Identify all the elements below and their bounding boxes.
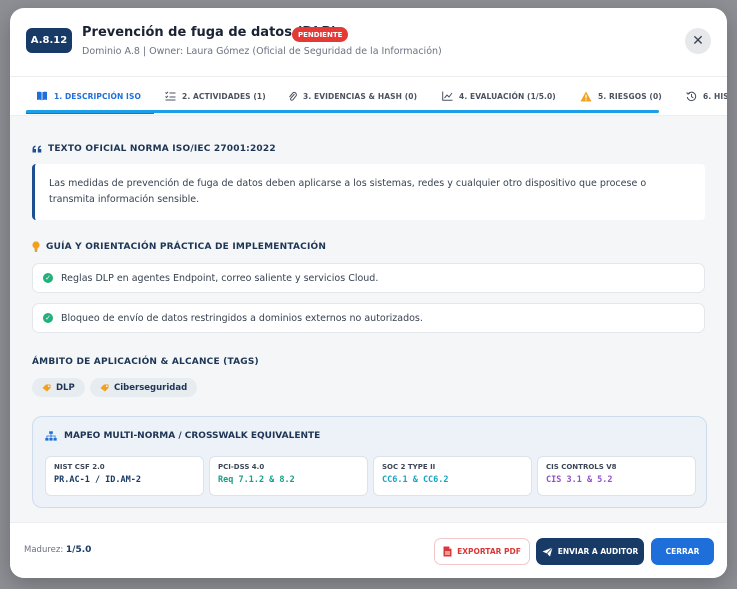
- tag-label: DLP: [56, 382, 75, 393]
- warning-icon: [580, 91, 592, 102]
- guide-item-text: Bloqueo de envío de datos restringidos a…: [61, 312, 423, 324]
- quote-icon: [32, 145, 42, 153]
- card-value: CC6.1 & CC6.2: [382, 475, 449, 485]
- card-value: Req 7.1.2 & 8.2: [218, 475, 295, 485]
- card-name: NIST CSF 2.0: [54, 463, 105, 471]
- control-code-badge: A.8.12: [26, 28, 72, 53]
- check-circle-icon: ✓: [43, 273, 53, 283]
- maturity-value: 1/5.0: [65, 545, 92, 555]
- file-pdf-icon: [443, 546, 452, 557]
- tab-label: 6. HIS: [703, 91, 727, 101]
- tab-label: 4. EVALUACIÓN (1/5.0): [459, 91, 556, 101]
- tag-chip: DLP: [32, 378, 85, 397]
- close-button[interactable]: ✕: [685, 28, 711, 54]
- section-title-text: GUÍA Y ORIENTACIÓN PRÁCTICA DE IMPLEMENT…: [46, 241, 327, 252]
- card-value: PR.AC-1 / ID.AM-2: [54, 475, 141, 485]
- crosswalk-title: MAPEO MULTI-NORMA / CROSSWALK EQUIVALENT…: [45, 431, 320, 441]
- crosswalk-card-soc2: SOC 2 TYPE II CC6.1 & CC6.2: [373, 456, 532, 496]
- modal-subtitle: Dominio A.8 | Owner: Laura Gómez (Oficia…: [82, 46, 442, 57]
- list-check-icon: [165, 91, 176, 101]
- maturity-label: Madurez:: [24, 545, 64, 555]
- norm-section-title: TEXTO OFICIAL NORMA ISO/IEC 27001:2022: [32, 144, 276, 154]
- send-to-auditor-button[interactable]: ENVIAR A AUDITOR: [536, 538, 644, 565]
- crosswalk-panel: MAPEO MULTI-NORMA / CROSSWALK EQUIVALENT…: [32, 416, 707, 508]
- status-badge: PENDIENTE: [292, 27, 349, 42]
- chart-line-icon: [442, 91, 453, 101]
- guide-item: ✓ Bloqueo de envío de datos restringidos…: [32, 303, 705, 333]
- tab-label: 1. DESCRIPCIÓN ISO: [54, 91, 141, 101]
- control-detail-modal: A.8.12 Prevención de fuga de datos (DLP)…: [10, 8, 727, 578]
- check-circle-icon: ✓: [43, 313, 53, 323]
- scope-section-title: ÁMBITO DE APLICACIÓN & ALCANCE (TAGS): [32, 357, 259, 367]
- button-label: EXPORTAR PDF: [457, 547, 521, 556]
- lightbulb-icon: [32, 241, 40, 252]
- tag-label: Ciberseguridad: [114, 382, 188, 393]
- tab-label: 2. ACTIVIDADES (1): [182, 91, 266, 101]
- tag-icon: [42, 384, 51, 392]
- book-icon: [36, 91, 48, 101]
- tag-icon: [100, 384, 109, 392]
- norm-text: Las medidas de prevención de fuga de dat…: [49, 178, 647, 205]
- card-value: CIS 3.1 & 5.2: [546, 475, 613, 485]
- modal-footer: Madurez: 1/5.0 EXPORTAR PDF ENVIAR A AUD…: [10, 522, 727, 578]
- card-name: PCI-DSS 4.0: [218, 463, 265, 471]
- progress-bar: [26, 110, 659, 113]
- section-title-text: MAPEO MULTI-NORMA / CROSSWALK EQUIVALENT…: [64, 431, 321, 441]
- sitemap-icon: [45, 431, 57, 441]
- tag-chip: Ciberseguridad: [90, 378, 198, 397]
- history-icon: [686, 91, 697, 102]
- tab-label: 3. EVIDENCIAS & HASH (0): [303, 91, 418, 101]
- card-name: CIS CONTROLS V8: [546, 463, 617, 471]
- tab-historial[interactable]: 6. HIS: [686, 77, 727, 115]
- section-title-text: TEXTO OFICIAL NORMA ISO/IEC 27001:2022: [48, 144, 276, 154]
- guide-section-title: GUÍA Y ORIENTACIÓN PRÁCTICA DE IMPLEMENT…: [32, 241, 326, 252]
- card-name: SOC 2 TYPE II: [382, 463, 436, 471]
- maturity-indicator: Madurez: 1/5.0: [24, 545, 91, 555]
- button-label: ENVIAR A AUDITOR: [557, 547, 639, 556]
- crosswalk-card-cis: CIS CONTROLS V8 CIS 3.1 & 5.2: [537, 456, 696, 496]
- modal-header: A.8.12 Prevención de fuga de datos (DLP)…: [10, 8, 727, 76]
- tab-label: 5. RIESGOS (0): [598, 91, 662, 101]
- paper-plane-icon: [542, 546, 553, 557]
- section-title-text: ÁMBITO DE APLICACIÓN & ALCANCE (TAGS): [32, 357, 259, 367]
- norm-text-box: Las medidas de prevención de fuga de dat…: [32, 164, 705, 220]
- export-pdf-button[interactable]: EXPORTAR PDF: [434, 538, 530, 565]
- guide-item-text: Reglas DLP en agentes Endpoint, correo s…: [61, 272, 379, 284]
- guide-item: ✓ Reglas DLP en agentes Endpoint, correo…: [32, 263, 705, 293]
- close-icon: ✕: [692, 33, 704, 49]
- tab-content: TEXTO OFICIAL NORMA ISO/IEC 27001:2022 L…: [10, 116, 727, 522]
- close-modal-button[interactable]: CERRAR: [651, 538, 714, 565]
- crosswalk-card-nist: NIST CSF 2.0 PR.AC-1 / ID.AM-2: [45, 456, 204, 496]
- crosswalk-card-pci: PCI-DSS 4.0 Req 7.1.2 & 8.2: [209, 456, 368, 496]
- button-label: CERRAR: [665, 547, 700, 556]
- paperclip-icon: [288, 91, 297, 102]
